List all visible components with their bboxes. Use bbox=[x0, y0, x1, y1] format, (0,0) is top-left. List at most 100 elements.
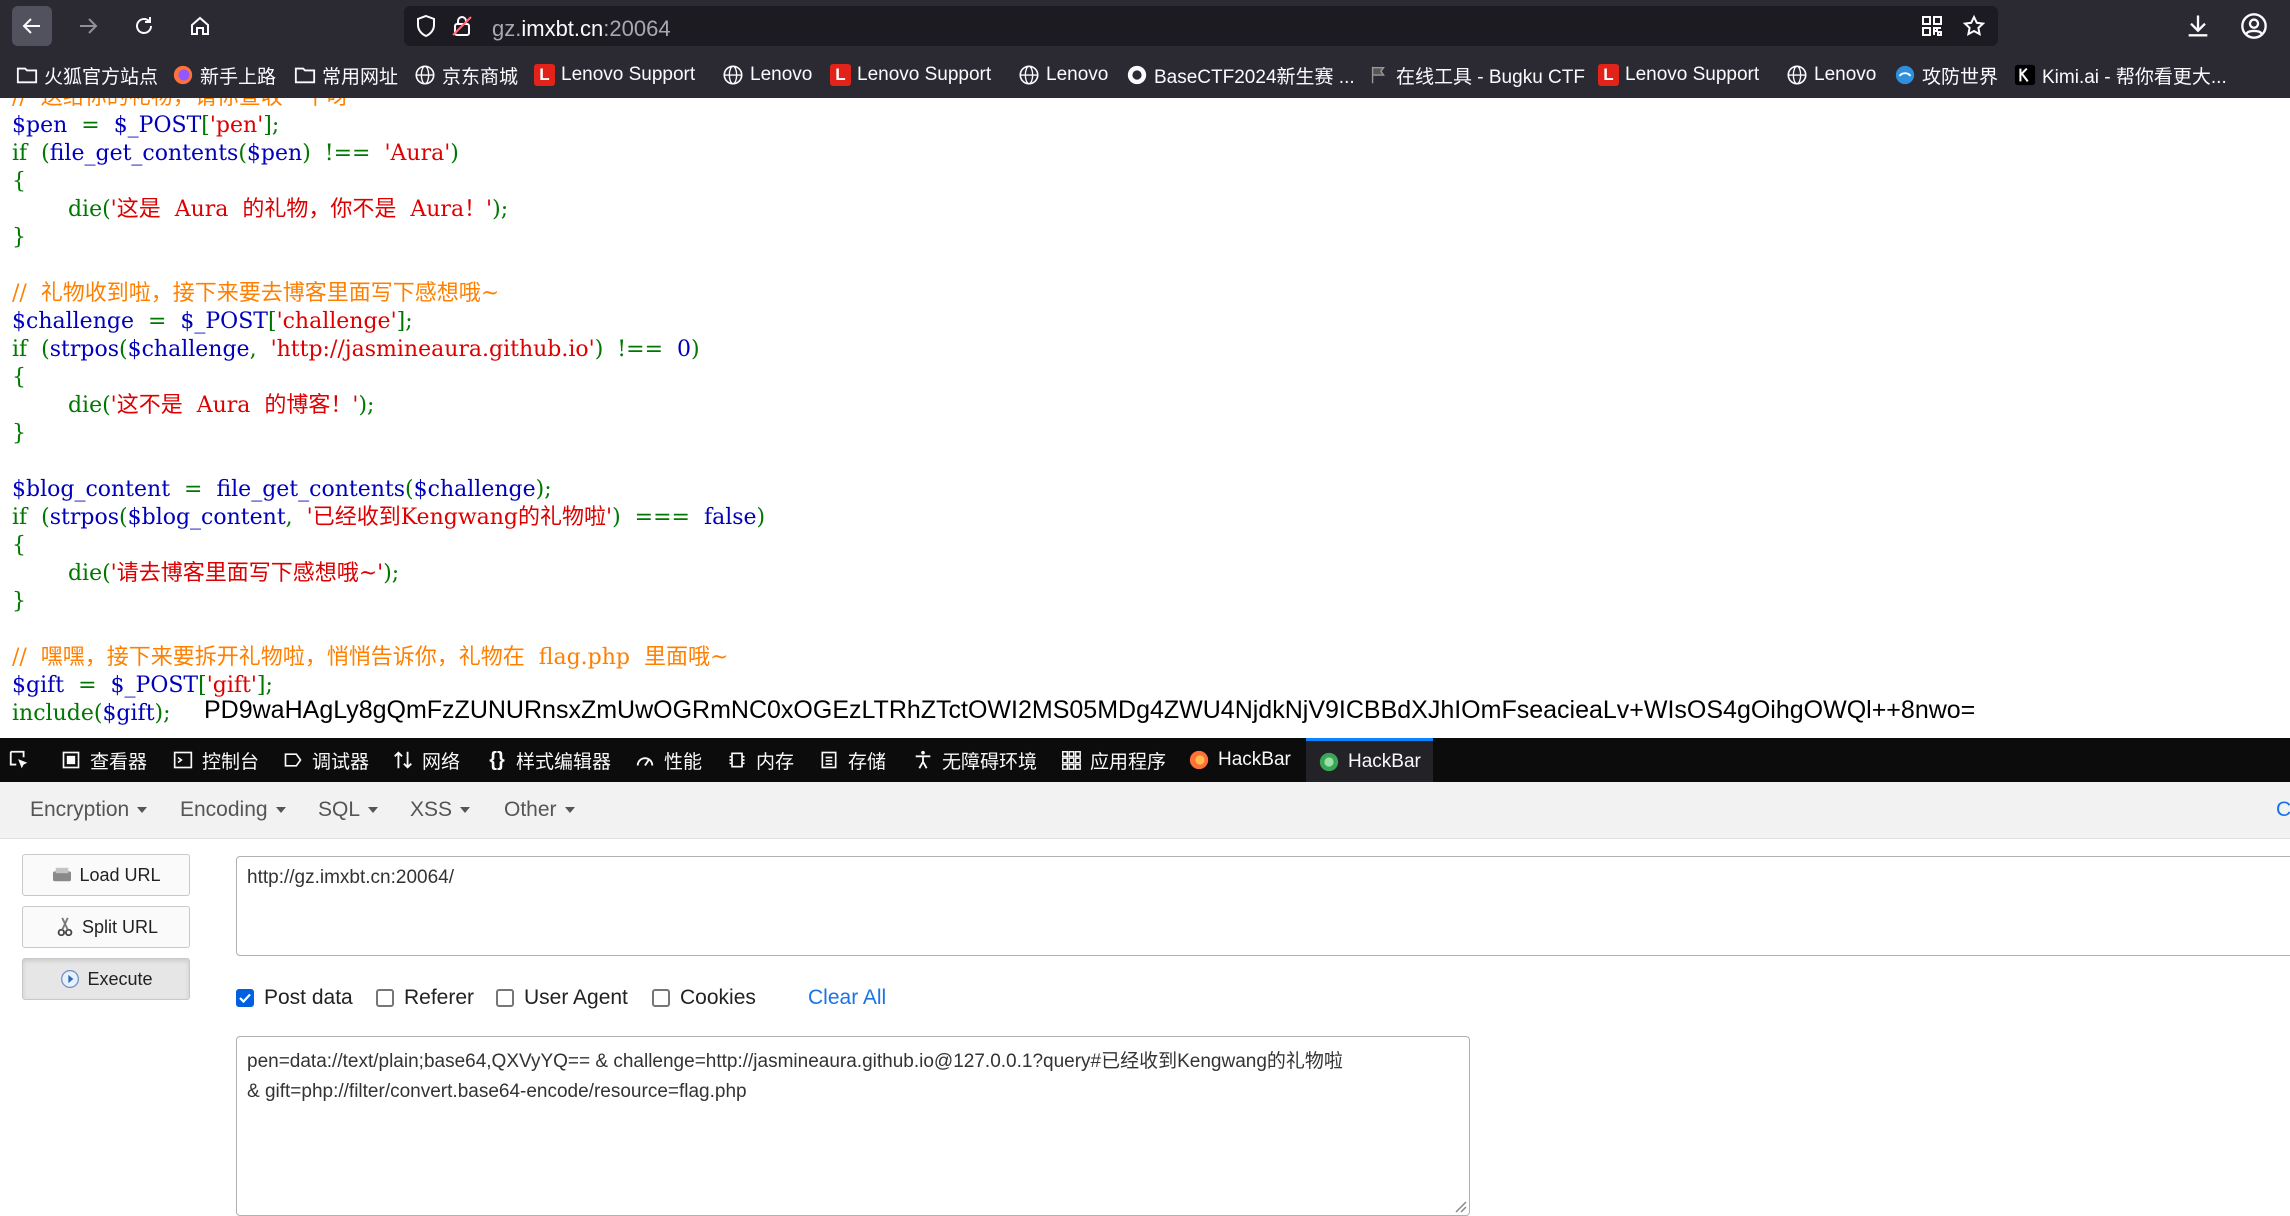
user-agent-option[interactable]: User Agent bbox=[496, 986, 628, 1010]
devtools-tab-storage[interactable]: 存储 bbox=[818, 738, 886, 782]
devtools-tab-memory[interactable]: 内存 bbox=[726, 738, 794, 782]
devtools-tab-inspector[interactable]: 查看器 bbox=[60, 738, 147, 782]
devtools-tab-performance[interactable]: 性能 bbox=[634, 738, 702, 782]
devtools-tab-label: 无障碍环境 bbox=[942, 751, 1038, 773]
devtools-tab-label: HackBar bbox=[1218, 749, 1291, 770]
devtools-tab-label: 性能 bbox=[664, 751, 703, 773]
lenovo-icon: L bbox=[534, 64, 555, 86]
code-line: } bbox=[12, 225, 26, 250]
referer-label: Referer bbox=[404, 986, 475, 1009]
devtools-tab-hackbar[interactable]: HackBar bbox=[1306, 738, 1433, 782]
url-text[interactable]: gz.imxbt.cn:20064 bbox=[492, 16, 671, 42]
application-icon bbox=[1060, 749, 1082, 771]
bookmark-item[interactable]: 京东商城 bbox=[414, 62, 518, 88]
url-textarea[interactable]: http://gz.imxbt.cn:20064/ bbox=[236, 856, 2290, 956]
hackbar-panel: Encryption Encoding SQL XSS Other C Load… bbox=[0, 782, 2290, 1216]
devtools-tab-debugger[interactable]: 调试器 bbox=[282, 738, 369, 782]
menu-other[interactable]: Other bbox=[504, 798, 575, 822]
execute-button[interactable]: Execute bbox=[22, 958, 190, 1000]
bookmark-item[interactable]: Lenovo bbox=[722, 62, 812, 88]
menu-sql[interactable]: SQL bbox=[318, 798, 379, 822]
user-agent-label: User Agent bbox=[524, 986, 628, 1009]
load-url-icon bbox=[51, 864, 73, 886]
qr-code-icon[interactable] bbox=[1920, 14, 1944, 38]
bookmarks-toolbar: 火狐官方站点 新手上路 常用网址 京东商城 L Lenovo Support L… bbox=[0, 52, 2290, 98]
devtools-tab-network[interactable]: 网络 bbox=[392, 738, 460, 782]
bookmark-item[interactable]: L Lenovo Support bbox=[1598, 62, 1759, 88]
debugger-icon bbox=[282, 749, 304, 771]
kimi-icon bbox=[2014, 64, 2036, 86]
bookmark-item[interactable]: 在线工具 - Bugku CTF bbox=[1368, 62, 1585, 88]
bookmark-item[interactable]: 火狐官方站点 bbox=[16, 62, 158, 88]
bookmark-star-icon[interactable] bbox=[1962, 14, 1986, 38]
bookmark-item[interactable]: 常用网址 bbox=[294, 62, 398, 88]
forward-button[interactable] bbox=[68, 6, 108, 46]
code-line: } bbox=[12, 589, 26, 614]
menu-encryption[interactable]: Encryption bbox=[30, 798, 148, 822]
php-source-listing: // 送给你的礼物，请你查收一下呀 $pen = $_POST['pen']; … bbox=[0, 98, 2290, 738]
menu-encoding[interactable]: Encoding bbox=[180, 798, 286, 822]
devtools-tab-label: HackBar bbox=[1348, 750, 1421, 772]
code-line: die('这不是 Aura 的博客！'); bbox=[12, 393, 375, 418]
bookmark-item[interactable]: 新手上路 bbox=[172, 62, 276, 88]
devtools-tab-accessibility[interactable]: 无障碍环境 bbox=[912, 738, 1037, 782]
bookmark-item[interactable]: L Lenovo Support bbox=[830, 62, 991, 88]
menu-edge-link[interactable]: C bbox=[2276, 798, 2290, 822]
console-icon bbox=[172, 749, 194, 771]
element-picker-icon bbox=[8, 749, 30, 771]
devtools-tab-bar: 查看器 控制台 调试器 网络 {} 样式编辑器 性能 内存 存储 无障碍环境 应… bbox=[0, 738, 2290, 782]
resize-grip-icon[interactable] bbox=[1453, 1199, 1467, 1213]
bookmark-item[interactable]: BaseCTF2024新生赛 ... bbox=[1126, 62, 1355, 88]
bookmark-label: 新手上路 bbox=[200, 66, 277, 88]
back-button[interactable] bbox=[12, 6, 52, 46]
cookies-checkbox[interactable] bbox=[652, 989, 670, 1007]
shield-icon[interactable] bbox=[414, 14, 438, 38]
post-data-checkbox[interactable] bbox=[236, 989, 254, 1007]
hackbar-icon bbox=[1318, 751, 1340, 773]
code-line: include($gift); bbox=[12, 701, 171, 726]
code-line: } bbox=[12, 421, 26, 446]
referer-checkbox[interactable] bbox=[376, 989, 394, 1007]
url-port: :20064 bbox=[603, 16, 671, 41]
hackbar-fox-icon bbox=[1188, 749, 1210, 771]
devtools-tab-console[interactable]: 控制台 bbox=[172, 738, 259, 782]
bookmark-item[interactable]: Lenovo bbox=[1786, 62, 1876, 88]
arrow-left-icon bbox=[22, 18, 40, 34]
account-icon[interactable] bbox=[2240, 12, 2268, 40]
bookmark-label: 攻防世界 bbox=[1922, 66, 1999, 88]
home-button[interactable] bbox=[180, 6, 220, 46]
scissors-icon bbox=[54, 916, 76, 938]
code-line: $challenge = $_POST['challenge']; bbox=[12, 309, 413, 334]
post-data-option[interactable]: Post data bbox=[236, 986, 353, 1010]
accessibility-icon bbox=[912, 749, 934, 771]
load-url-button[interactable]: Load URL bbox=[22, 854, 190, 896]
insecure-lock-icon[interactable] bbox=[450, 14, 474, 38]
bookmark-item[interactable]: 攻防世界 bbox=[1894, 62, 1998, 88]
flag-icon bbox=[1368, 64, 1390, 86]
devtools-tab-style-editor[interactable]: {} 样式编辑器 bbox=[486, 738, 611, 782]
code-comment: // 送给你的礼物，请你查收一下呀 bbox=[12, 98, 349, 112]
bookmark-item[interactable]: Lenovo bbox=[1018, 62, 1108, 88]
downloads-icon[interactable] bbox=[2184, 12, 2212, 40]
post-data-line: pen=data://text/plain;base64,QXVyYQ== & … bbox=[247, 1051, 1343, 1072]
address-bar[interactable]: gz.imxbt.cn:20064 bbox=[404, 6, 1998, 46]
devtools-tab-application[interactable]: 应用程序 bbox=[1060, 738, 1166, 782]
referer-option[interactable]: Referer bbox=[376, 986, 474, 1010]
devtools-tab-hackbar-legacy[interactable]: HackBar bbox=[1188, 738, 1291, 782]
reload-button[interactable] bbox=[124, 6, 164, 46]
bookmark-item[interactable]: L Lenovo Support bbox=[534, 62, 695, 88]
clear-all-link[interactable]: Clear All bbox=[808, 986, 886, 1010]
firefox-icon bbox=[172, 64, 194, 86]
network-icon bbox=[392, 749, 414, 771]
menu-xss[interactable]: XSS bbox=[410, 798, 471, 822]
caret-down-icon bbox=[460, 807, 471, 814]
code-line: { bbox=[12, 533, 26, 558]
element-picker-button[interactable] bbox=[8, 738, 38, 782]
split-url-button[interactable]: Split URL bbox=[22, 906, 190, 948]
adworld-icon bbox=[1894, 64, 1916, 86]
bookmark-item[interactable]: Kimi.ai - 帮你看更大... bbox=[2014, 62, 2227, 88]
code-line: if (file_get_contents($pen) !== 'Aura') bbox=[12, 141, 459, 166]
post-data-textarea[interactable]: pen=data://text/plain;base64,QXVyYQ== & … bbox=[236, 1036, 1470, 1216]
cookies-option[interactable]: Cookies bbox=[652, 986, 756, 1010]
user-agent-checkbox[interactable] bbox=[496, 989, 514, 1007]
